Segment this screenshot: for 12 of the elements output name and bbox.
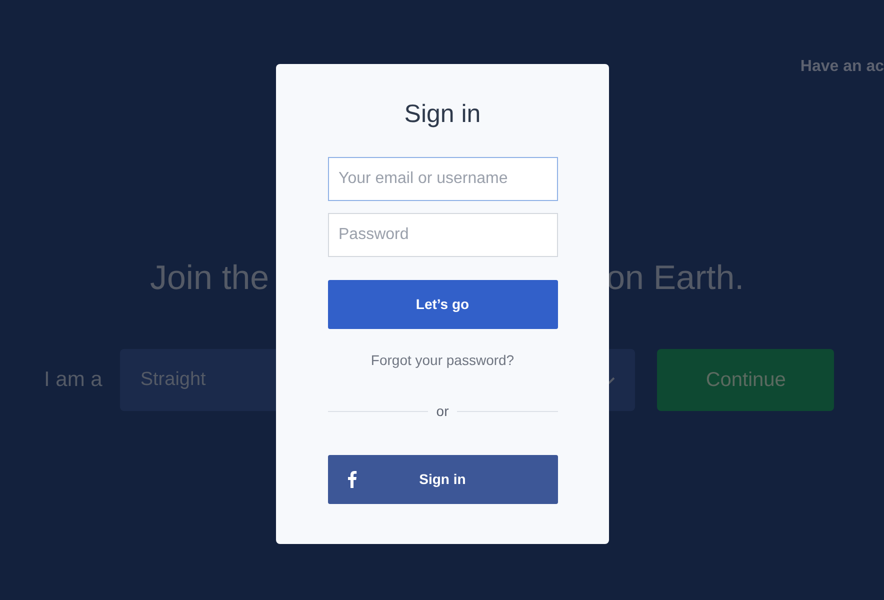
input-field[interactable]: Your email or username — [328, 156, 558, 200]
lets-go-button[interactable]: Let’s go — [328, 280, 558, 328]
headline: Join the — [150, 258, 270, 298]
facebook-sign-in-button[interactable]: Sign in — [328, 454, 558, 504]
forgot-password-link[interactable]: Forgot your password? — [370, 350, 514, 370]
headline: on Earth. — [606, 258, 744, 298]
orientation-label: I am a — [44, 367, 102, 394]
input-field[interactable]: Password — [328, 212, 558, 256]
facebook-icon — [346, 470, 356, 488]
dialog-title: Sign in — [404, 99, 481, 130]
account-link[interactable]: Have an ac — [800, 55, 884, 100]
divider-text: or — [436, 402, 449, 420]
